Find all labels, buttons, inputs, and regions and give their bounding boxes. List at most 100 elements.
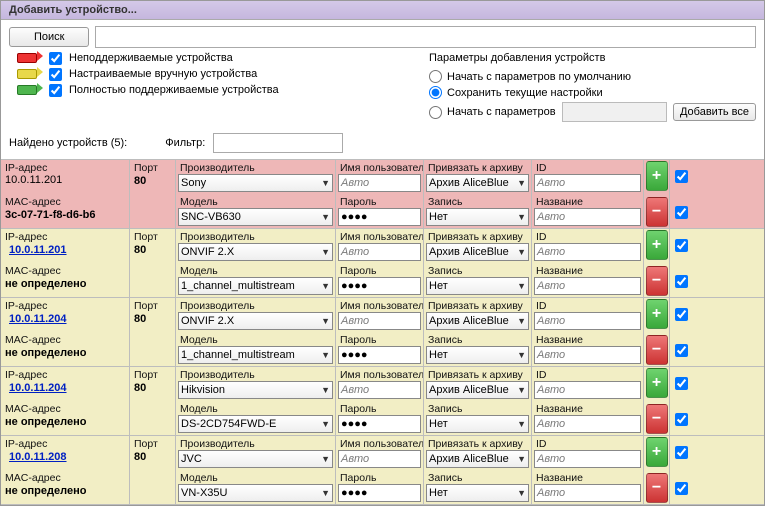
params-startwith-label: Начать с параметров [447,106,556,118]
model-combo[interactable]: DS-2CD754FWD-E▼ [178,415,333,433]
search-button[interactable]: Поиск [9,27,89,47]
port-value: 80 [130,243,175,261]
username-input[interactable]: Авто [338,243,421,261]
vendor-combo[interactable]: ONVIF 2.X▼ [178,312,333,330]
id-input[interactable]: Авто [534,174,641,192]
archive-combo[interactable]: Архив AliceBlue▼ [426,174,529,192]
name-label: Название [532,263,643,277]
password-input[interactable]: ●●●● [338,415,421,433]
username-input[interactable]: Авто [338,381,421,399]
device-select-checkbox-2[interactable] [675,206,688,219]
mac-label: MAC-адрес [1,263,129,277]
device-select-checkbox-2[interactable] [675,413,688,426]
device-row: IP-адрес10.0.11.204MAC-адресне определен… [1,298,764,367]
remove-device-button[interactable]: − [646,335,668,365]
remove-device-button[interactable]: − [646,197,668,227]
id-label: ID [532,367,643,381]
record-combo[interactable]: Нет▼ [426,415,529,433]
remove-device-button[interactable]: − [646,266,668,296]
add-device-button[interactable]: + [646,230,668,260]
name-input[interactable]: Авто [534,415,641,433]
port-label: Порт [130,160,175,174]
archive-combo[interactable]: Архив AliceBlue▼ [426,312,529,330]
password-input[interactable]: ●●●● [338,208,421,226]
vendor-combo[interactable]: ONVIF 2.X▼ [178,243,333,261]
add-all-button[interactable]: Добавить все [673,103,756,121]
model-label: Модель [176,470,335,484]
add-device-button[interactable]: + [646,161,668,191]
params-keep-radio[interactable] [429,86,442,99]
remove-device-button[interactable]: − [646,473,668,503]
id-label: ID [532,229,643,243]
remove-device-button[interactable]: − [646,404,668,434]
params-default-radio[interactable] [429,70,442,83]
device-select-checkbox-2[interactable] [675,275,688,288]
archive-combo[interactable]: Архив AliceBlue▼ [426,381,529,399]
name-input[interactable]: Авто [534,208,641,226]
filter-input[interactable] [213,133,343,153]
filter-label: Фильтр: [165,137,205,149]
port-label: Порт [130,229,175,243]
vendor-combo[interactable]: Sony▼ [178,174,333,192]
username-input[interactable]: Авто [338,174,421,192]
device-select-checkbox-2[interactable] [675,344,688,357]
device-select-checkbox[interactable] [675,170,688,183]
password-label: Пароль [336,332,423,346]
add-device-button[interactable]: + [646,437,668,467]
device-select-checkbox[interactable] [675,239,688,252]
password-input[interactable]: ●●●● [338,484,421,502]
password-label: Пароль [336,401,423,415]
archive-combo[interactable]: Архив AliceBlue▼ [426,243,529,261]
record-label: Запись [424,332,531,346]
ip-link[interactable]: 10.0.11.201 [5,243,71,258]
password-input[interactable]: ●●●● [338,277,421,295]
name-input[interactable]: Авто [534,346,641,364]
archive-combo[interactable]: Архив AliceBlue▼ [426,450,529,468]
full-checkbox[interactable] [49,84,62,97]
manual-checkbox[interactable] [49,68,62,81]
name-input[interactable]: Авто [534,484,641,502]
device-select-checkbox[interactable] [675,377,688,390]
ip-label: IP-адрес [1,436,129,450]
record-combo[interactable]: Нет▼ [426,208,529,226]
ip-link[interactable]: 10.0.11.208 [5,450,71,465]
unsupported-checkbox[interactable] [49,52,62,65]
search-toolbar: Поиск [1,20,764,50]
camera-red-icon [17,51,45,65]
name-label: Название [532,332,643,346]
model-combo[interactable]: VN-X35U▼ [178,484,333,502]
id-input[interactable]: Авто [534,450,641,468]
model-label: Модель [176,401,335,415]
record-combo[interactable]: Нет▼ [426,277,529,295]
vendor-combo[interactable]: Hikvision▼ [178,381,333,399]
id-input[interactable]: Авто [534,381,641,399]
mac-label: MAC-адрес [1,332,129,346]
username-input[interactable]: Авто [338,450,421,468]
password-input[interactable]: ●●●● [338,346,421,364]
username-input[interactable]: Авто [338,312,421,330]
id-input[interactable]: Авто [534,243,641,261]
record-combo[interactable]: Нет▼ [426,484,529,502]
search-results-bar [95,26,756,48]
record-combo[interactable]: Нет▼ [426,346,529,364]
device-row: IP-адрес10.0.11.201MAC-адресне определен… [1,229,764,298]
add-device-button[interactable]: + [646,299,668,329]
mac-value: не определено [1,484,129,502]
model-combo[interactable]: 1_channel_multistream▼ [178,277,333,295]
device-select-checkbox[interactable] [675,308,688,321]
ip-label: IP-адрес [1,367,129,381]
password-label: Пароль [336,470,423,484]
device-select-checkbox[interactable] [675,446,688,459]
vendor-combo[interactable]: JVC▼ [178,450,333,468]
params-startwith-radio[interactable] [429,106,442,119]
add-device-button[interactable]: + [646,368,668,398]
port-label: Порт [130,298,175,312]
name-input[interactable]: Авто [534,277,641,295]
device-select-checkbox-2[interactable] [675,482,688,495]
model-combo[interactable]: 1_channel_multistream▼ [178,346,333,364]
params-startwith-combo[interactable] [562,102,667,122]
model-combo[interactable]: SNC-VB630▼ [178,208,333,226]
ip-link[interactable]: 10.0.11.204 [5,312,71,327]
ip-link[interactable]: 10.0.11.204 [5,381,71,396]
id-input[interactable]: Авто [534,312,641,330]
